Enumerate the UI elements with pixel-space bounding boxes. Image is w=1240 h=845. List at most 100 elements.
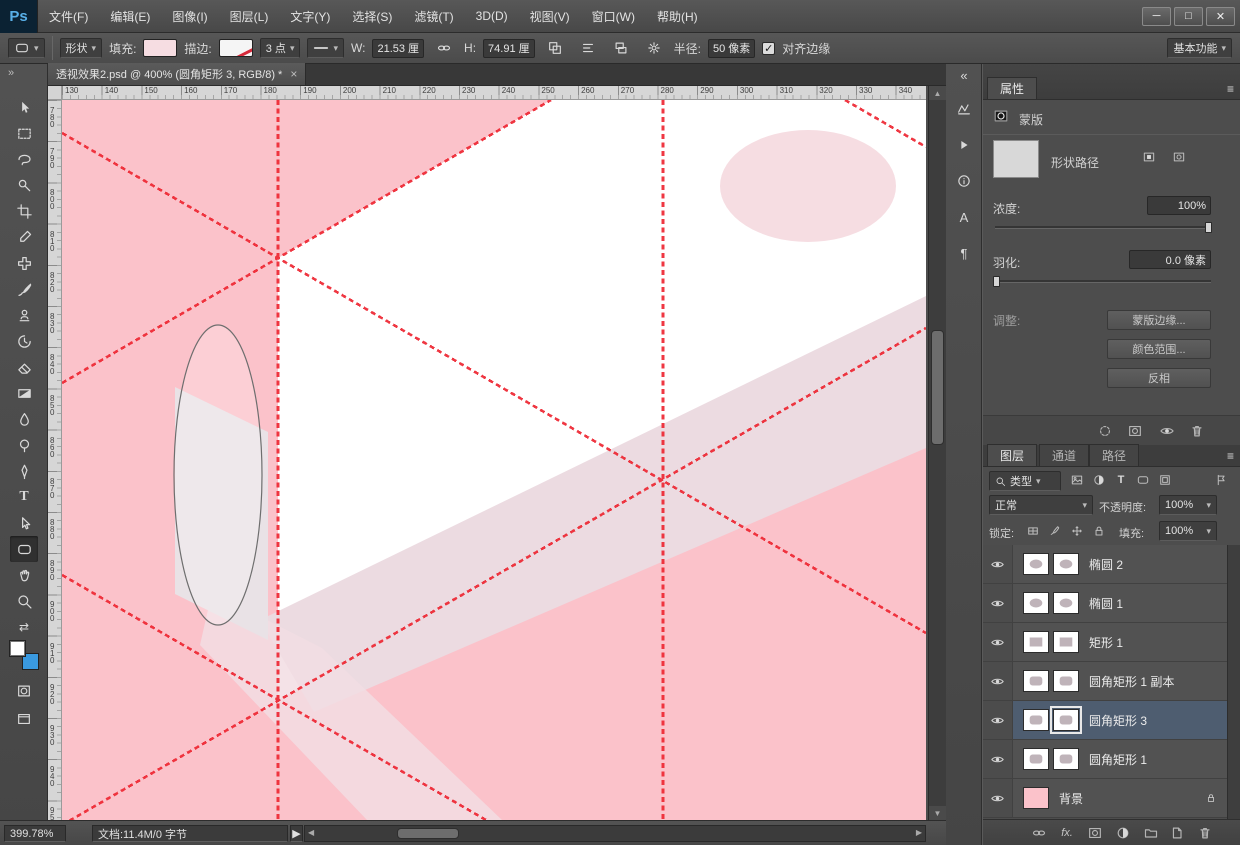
layer-mask-thumbnail[interactable] xyxy=(1053,748,1079,770)
quick-mask-button[interactable] xyxy=(10,680,38,702)
pen-tool[interactable] xyxy=(10,458,38,484)
mask-thumbnail[interactable] xyxy=(993,140,1039,178)
gradient-tool[interactable] xyxy=(10,380,38,406)
density-slider[interactable] xyxy=(995,226,1211,229)
collapse-panels-icon[interactable]: « xyxy=(951,67,977,83)
density-input[interactable]: 100% xyxy=(1147,196,1211,215)
stroke-width-select[interactable]: 3 点▾ xyxy=(260,38,301,58)
panel-menu-icon[interactable]: ≡ xyxy=(1227,448,1234,463)
add-pixel-mask-button[interactable] xyxy=(1139,148,1159,166)
feather-slider[interactable] xyxy=(995,280,1211,283)
stroke-swatch[interactable] xyxy=(219,39,253,57)
eraser-tool[interactable] xyxy=(10,354,38,380)
maximize-button[interactable]: □ xyxy=(1174,7,1203,26)
scroll-left-icon[interactable]: ◀ xyxy=(308,828,314,837)
layer-mask-thumbnail[interactable] xyxy=(1053,631,1079,653)
layer-style-fx-icon[interactable]: fx. xyxy=(1057,824,1077,842)
link-layers-icon[interactable] xyxy=(1029,824,1049,842)
menu-item[interactable]: 图像(I) xyxy=(161,0,218,33)
toggle-mask-eye-icon[interactable] xyxy=(1157,422,1177,440)
layer-thumbnail[interactable] xyxy=(1023,787,1049,809)
lock-pixels-icon[interactable] xyxy=(1045,522,1065,540)
align-edges-checkbox[interactable]: ✓ xyxy=(762,42,775,55)
layers-scroll-strip[interactable] xyxy=(1227,545,1240,819)
layer-mask-thumbnail[interactable] xyxy=(1053,553,1079,575)
shape-tool[interactable] xyxy=(10,536,38,562)
tab-properties[interactable]: 属性 xyxy=(987,77,1037,99)
panel-menu-icon[interactable]: ≡ xyxy=(1227,81,1234,96)
info-panel-icon[interactable] xyxy=(951,168,977,194)
lock-transparency-icon[interactable] xyxy=(1023,522,1043,540)
menu-item[interactable]: 选择(S) xyxy=(341,0,403,33)
character-panel-icon[interactable]: A xyxy=(951,204,977,230)
history-brush-tool[interactable] xyxy=(10,328,38,354)
lasso-tool[interactable] xyxy=(10,146,38,172)
marquee-tool[interactable] xyxy=(10,120,38,146)
menu-item[interactable]: 帮助(H) xyxy=(646,0,709,33)
visibility-toggle[interactable] xyxy=(983,740,1013,778)
layer-mask-thumbnail[interactable] xyxy=(1053,592,1079,614)
layer-thumbnail[interactable] xyxy=(1023,592,1049,614)
path-alignment-button[interactable] xyxy=(575,37,601,59)
close-button[interactable]: ✕ xyxy=(1206,7,1235,26)
status-flyout-icon[interactable]: ▶ xyxy=(290,825,303,842)
fill-input[interactable]: 100%▾ xyxy=(1159,521,1217,541)
dodge-tool[interactable] xyxy=(10,432,38,458)
visibility-toggle[interactable] xyxy=(983,779,1013,817)
width-input[interactable]: 21.53 厘 xyxy=(372,39,424,58)
tool-preset-picker[interactable]: ▾ xyxy=(8,38,45,58)
fill-swatch[interactable] xyxy=(143,39,177,57)
eyedropper-tool[interactable] xyxy=(10,224,38,250)
swap-colors-icon[interactable]: ⇄ xyxy=(10,616,38,638)
foreground-color-swatch[interactable] xyxy=(9,640,26,657)
lock-position-icon[interactable] xyxy=(1067,522,1087,540)
layer-row[interactable]: 背景 xyxy=(983,779,1227,818)
close-tab-icon[interactable]: × xyxy=(290,67,297,81)
radius-input[interactable]: 50 像素 xyxy=(708,39,755,58)
vertical-scrollbar-thumb[interactable] xyxy=(931,330,944,445)
new-group-icon[interactable] xyxy=(1141,824,1161,842)
filter-adjustment-layers-icon[interactable] xyxy=(1089,471,1109,489)
layer-mask-thumbnail[interactable] xyxy=(1053,670,1079,692)
layer-thumbnail[interactable] xyxy=(1023,670,1049,692)
filter-pixel-layers-icon[interactable] xyxy=(1067,471,1087,489)
delete-mask-icon[interactable] xyxy=(1187,422,1207,440)
mask-edge-button[interactable]: 蒙版边缘... xyxy=(1107,310,1211,330)
hand-tool[interactable] xyxy=(10,562,38,588)
stroke-style-select[interactable]: ▾ xyxy=(307,38,344,58)
visibility-toggle[interactable] xyxy=(983,623,1013,661)
vertical-ruler[interactable]: 7807908008108208308408508608708808909009… xyxy=(48,100,62,820)
height-input[interactable]: 74.91 厘 xyxy=(483,39,535,58)
path-arrange-button[interactable] xyxy=(608,37,634,59)
gear-icon[interactable] xyxy=(641,37,667,59)
paragraph-panel-icon[interactable]: ¶ xyxy=(951,240,977,266)
zoom-tool[interactable] xyxy=(10,588,38,614)
layer-row[interactable]: 圆角矩形 1 副本 xyxy=(983,662,1227,701)
lock-all-icon[interactable] xyxy=(1089,522,1109,540)
tab-layers[interactable]: 图层 xyxy=(987,444,1037,466)
path-operations-button[interactable] xyxy=(542,37,568,59)
move-tool[interactable] xyxy=(10,94,38,120)
horizontal-scrollbar-thumb[interactable] xyxy=(397,828,459,839)
menu-item[interactable]: 视图(V) xyxy=(519,0,581,33)
filter-type-layers-icon[interactable]: T xyxy=(1111,471,1131,489)
ruler-corner[interactable] xyxy=(48,86,62,100)
tab-channels[interactable]: 通道 xyxy=(1039,444,1089,466)
type-tool[interactable]: T xyxy=(10,484,38,510)
scroll-right-icon[interactable]: ▶ xyxy=(916,828,922,837)
path-selection-tool[interactable] xyxy=(10,510,38,536)
link-dimensions-icon[interactable] xyxy=(431,37,457,59)
menu-item[interactable]: 编辑(E) xyxy=(99,0,161,33)
menu-item[interactable]: 文件(F) xyxy=(38,0,99,33)
clone-stamp-tool[interactable] xyxy=(10,302,38,328)
density-slider-thumb[interactable] xyxy=(1205,222,1212,233)
add-layer-mask-icon[interactable] xyxy=(1085,824,1105,842)
menu-item[interactable]: 滤镜(T) xyxy=(403,0,464,33)
layer-thumbnail[interactable] xyxy=(1023,553,1049,575)
color-range-button[interactable]: 颜色范围... xyxy=(1107,339,1211,359)
new-layer-icon[interactable] xyxy=(1167,824,1187,842)
history-panel-icon[interactable] xyxy=(951,96,977,122)
add-adjustment-layer-icon[interactable] xyxy=(1113,824,1133,842)
tool-mode-select[interactable]: 形状▾ xyxy=(60,38,103,58)
visibility-toggle[interactable] xyxy=(983,545,1013,583)
